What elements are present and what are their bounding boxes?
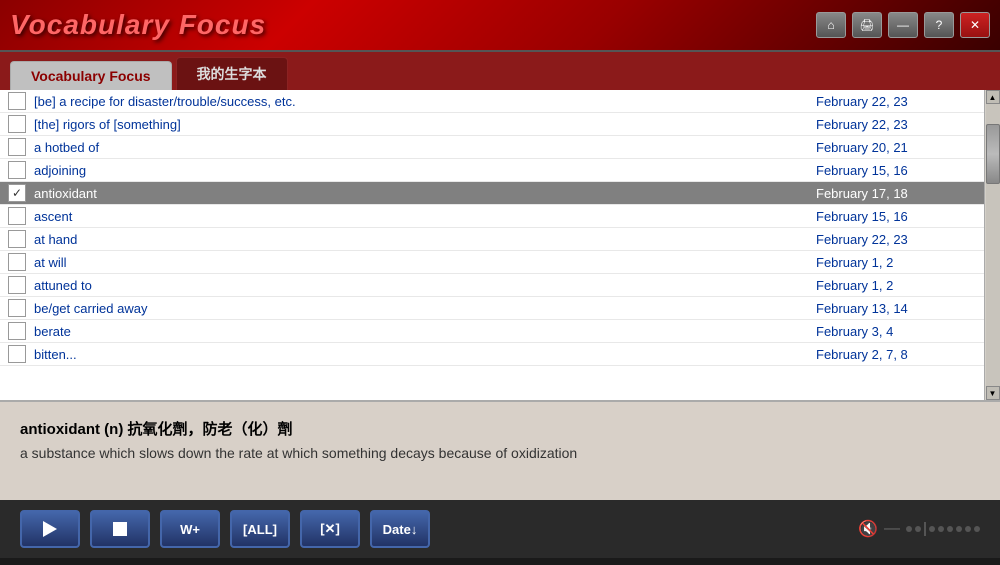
vocab-word: ascent xyxy=(34,209,816,224)
row-checkbox-7[interactable] xyxy=(8,230,26,248)
row-checkbox-8[interactable] xyxy=(8,253,26,271)
list-item[interactable]: adjoining February 15, 16 xyxy=(0,159,984,182)
list-item[interactable]: attuned to February 1, 2 xyxy=(0,274,984,297)
vol-line xyxy=(924,522,926,536)
volume-dots xyxy=(906,522,980,536)
vol-dot-6 xyxy=(956,526,962,532)
row-checkbox-10[interactable] xyxy=(8,299,26,317)
list-item[interactable]: [the] rigors of [something] February 22,… xyxy=(0,113,984,136)
app-title: Vocabulary Focus xyxy=(10,9,266,41)
all-button[interactable]: [ALL] xyxy=(230,510,290,548)
vol-dot-5 xyxy=(947,526,953,532)
minimize-icon[interactable]: — xyxy=(888,12,918,38)
definition-english: a substance which slows down the rate at… xyxy=(20,445,980,461)
main-content: [be] a recipe for disaster/trouble/succe… xyxy=(0,90,1000,400)
stop-button[interactable] xyxy=(90,510,150,548)
help-icon[interactable]: ? xyxy=(924,12,954,38)
scrollbar-thumb[interactable] xyxy=(986,124,1000,184)
row-checkbox-1[interactable] xyxy=(8,92,26,110)
row-checkbox-2[interactable] xyxy=(8,115,26,133)
stop-icon xyxy=(113,522,127,536)
vol-dot-1 xyxy=(906,526,912,532)
vocab-date: February 1, 2 xyxy=(816,255,976,270)
app-header: Vocabulary Focus ⌂ 🖨 — ? ✕ xyxy=(0,0,1000,52)
play-button[interactable] xyxy=(20,510,80,548)
vocabulary-list: [be] a recipe for disaster/trouble/succe… xyxy=(0,90,984,400)
date-button[interactable]: Date↓ xyxy=(370,510,430,548)
vol-dot-8 xyxy=(974,526,980,532)
vocab-date: February 3, 4 xyxy=(816,324,976,339)
volume-dash: — xyxy=(884,520,900,538)
vocab-date: February 2, 7, 8 xyxy=(816,347,976,362)
home-icon[interactable]: ⌂ xyxy=(816,12,846,38)
vocab-word: bitten... xyxy=(34,347,816,362)
w-plus-button[interactable]: W+ xyxy=(160,510,220,548)
list-item[interactable]: a hotbed of February 20, 21 xyxy=(0,136,984,159)
tab-my-wordbook[interactable]: 我的生字本 xyxy=(176,57,288,90)
vol-dot-2 xyxy=(915,526,921,532)
vocab-word: be/get carried away xyxy=(34,301,816,316)
scroll-down-arrow[interactable]: ▼ xyxy=(986,386,1000,400)
definition-word: antioxidant (n) 抗氧化劑，防老（化）劑 xyxy=(20,418,980,439)
shuffle-button[interactable]: [✕] xyxy=(300,510,360,548)
vocab-word: at will xyxy=(34,255,816,270)
vocab-date: February 13, 14 xyxy=(816,301,976,316)
vocab-date: February 20, 21 xyxy=(816,140,976,155)
row-checkbox-11[interactable] xyxy=(8,322,26,340)
definition-panel: antioxidant (n) 抗氧化劑，防老（化）劑 a substance … xyxy=(0,400,1000,500)
list-item[interactable]: at will February 1, 2 xyxy=(0,251,984,274)
vol-dot-3 xyxy=(929,526,935,532)
scrollbar[interactable]: ▲ ▼ xyxy=(984,90,1000,400)
play-icon xyxy=(43,521,57,537)
vocab-word: at hand xyxy=(34,232,816,247)
row-checkbox-3[interactable] xyxy=(8,138,26,156)
list-item[interactable]: berate February 3, 4 xyxy=(0,320,984,343)
print-icon[interactable]: 🖨 xyxy=(852,12,882,38)
vocab-date: February 17, 18 xyxy=(816,186,976,201)
vocab-word: adjoining xyxy=(34,163,816,178)
scroll-up-arrow[interactable]: ▲ xyxy=(986,90,1000,104)
vocab-date: February 22, 23 xyxy=(816,94,976,109)
list-item[interactable]: [be] a recipe for disaster/trouble/succe… xyxy=(0,90,984,113)
vocab-date: February 15, 16 xyxy=(816,209,976,224)
vocab-date: February 22, 23 xyxy=(816,232,976,247)
list-item[interactable]: ascent February 15, 16 xyxy=(0,205,984,228)
vocab-date: February 22, 23 xyxy=(816,117,976,132)
volume-icon: 🔇 xyxy=(858,519,878,539)
list-item[interactable]: be/get carried away February 13, 14 xyxy=(0,297,984,320)
vocab-word: a hotbed of xyxy=(34,140,816,155)
row-checkbox-12[interactable] xyxy=(8,345,26,363)
row-checkbox-5[interactable]: ✓ xyxy=(8,184,26,202)
control-bar: W+ [ALL] [✕] Date↓ 🔇 — xyxy=(0,500,1000,558)
vol-dot-7 xyxy=(965,526,971,532)
list-item[interactable]: bitten... February 2, 7, 8 xyxy=(0,343,984,366)
vocab-word: [the] rigors of [something] xyxy=(34,117,816,132)
tab-bar: Vocabulary Focus 我的生字本 xyxy=(0,52,1000,90)
row-checkbox-9[interactable] xyxy=(8,276,26,294)
list-item-selected[interactable]: ✓ antioxidant February 17, 18 xyxy=(0,182,984,205)
vocab-date: February 15, 16 xyxy=(816,163,976,178)
vol-dot-4 xyxy=(938,526,944,532)
vocab-date: February 1, 2 xyxy=(816,278,976,293)
vocab-word: attuned to xyxy=(34,278,816,293)
row-checkbox-6[interactable] xyxy=(8,207,26,225)
row-checkbox-4[interactable] xyxy=(8,161,26,179)
header-icons: ⌂ 🖨 — ? ✕ xyxy=(816,12,990,38)
vocab-word: [be] a recipe for disaster/trouble/succe… xyxy=(34,94,816,109)
close-icon[interactable]: ✕ xyxy=(960,12,990,38)
vocab-word: antioxidant xyxy=(34,186,816,201)
list-item[interactable]: at hand February 22, 23 xyxy=(0,228,984,251)
volume-control[interactable]: 🔇 — xyxy=(858,519,980,539)
vocab-word: berate xyxy=(34,324,816,339)
tab-vocabulary-focus[interactable]: Vocabulary Focus xyxy=(10,61,172,90)
